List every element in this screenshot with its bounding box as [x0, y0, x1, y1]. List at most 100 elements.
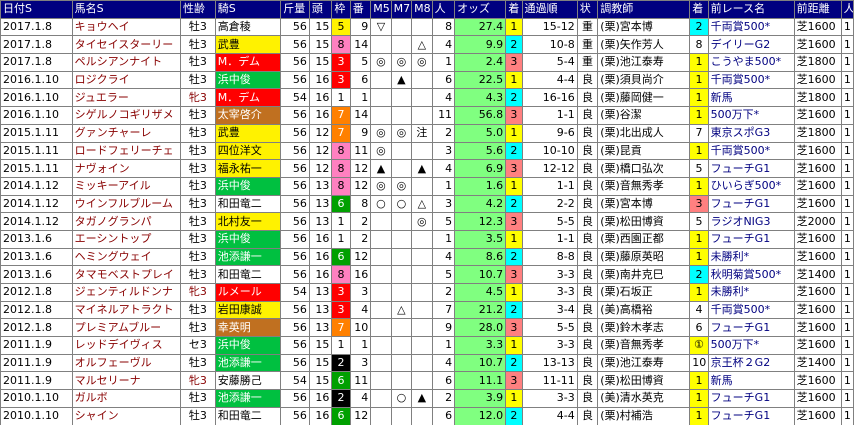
- number-cell: 9: [349, 17, 372, 37]
- jockey-cell: 太宰啓介: [214, 106, 282, 125]
- weight-cell: 56: [280, 53, 310, 72]
- mark-m8-cell: ◎: [411, 53, 433, 72]
- sex-age-cell: 牡3: [180, 159, 216, 178]
- horse-name-cell: ヘミングウェイ: [71, 247, 182, 267]
- sex-age-cell: 牝3: [180, 88, 216, 108]
- table-row[interactable]: 2012.1.8 プレミアムブルー 牡3 幸英明 56 13 7 10 9 28.0 3 5-5 良 (栗…: [0, 318, 854, 338]
- prev-popularity-cell: 1: [840, 194, 854, 214]
- table-row[interactable]: 2015.1.11 グァンチャーレ 牡3 武豊 56 12 7 9 ◎ ◎ 注 2 5.0 1 9-6 良 (栗…: [0, 123, 854, 143]
- column-header[interactable]: 斤量: [280, 0, 310, 19]
- mark-m8-cell: [411, 106, 433, 125]
- finish-cell: 2: [505, 35, 523, 55]
- column-header[interactable]: 枠: [331, 0, 351, 19]
- column-header[interactable]: 騎S: [214, 0, 282, 19]
- mark-m5-cell: [370, 212, 392, 231]
- passing-order-cell: 12-12: [521, 159, 578, 178]
- table-row[interactable]: 2016.1.10 シゲルノコギリザメ 牡3 太宰啓介 56 16 7 14 11 56.8 3 1-…: [0, 106, 854, 125]
- table-row[interactable]: 2011.1.9 オルフェーヴル 牡3 池添謙一 56 15 2 3 4 10.7 2 13-13 良(…: [0, 353, 854, 373]
- table-row[interactable]: 2014.1.12 ミッキーアイル 牡3 浜中俊 56 13 8 12 ◎ ◎ 1 1.6 1 1-1 良(…: [0, 176, 854, 196]
- sex-age-cell: 牡3: [180, 53, 216, 72]
- track-condition-cell: 良: [576, 247, 599, 267]
- horse-name-cell: ミッキーアイル: [71, 176, 182, 196]
- column-header[interactable]: 人: [431, 0, 456, 19]
- frame-cell: 1: [331, 229, 351, 249]
- mark-m5-cell: ○: [370, 194, 392, 214]
- column-header[interactable]: 馬名S: [71, 0, 182, 19]
- prev-popularity-cell: 1: [840, 265, 854, 284]
- frame-cell: 8: [331, 176, 351, 196]
- mark-m8-cell: [411, 70, 433, 90]
- track-condition-cell: 良: [576, 353, 599, 373]
- mark-m5-cell: [370, 389, 392, 408]
- jockey-cell: 和田竜二: [214, 265, 282, 284]
- prev-race-cell: 京王杯２G2: [707, 353, 795, 373]
- table-row[interactable]: 2013.1.6 ヘミングウェイ 牡3 池添謙一 56 16 6 12 4 8.6 2 8-8 良 (栗)…: [0, 247, 854, 267]
- table-row[interactable]: 2011.1.9 マルセリーナ 牝3 安藤勝己 54 15 6 11 6 11.1 3 11-11 良(…: [0, 371, 854, 391]
- date-cell: 2013.1.6: [0, 265, 73, 284]
- track-condition-cell: 良: [576, 300, 599, 320]
- horse-name-cell: レッドデイヴィス: [71, 336, 182, 355]
- weight-cell: 56: [280, 159, 310, 178]
- mark-m8-cell: [411, 406, 433, 425]
- passing-order-cell: 1-1: [521, 176, 578, 196]
- field-size-cell: 16: [308, 70, 333, 90]
- jockey-cell: 浜中俊: [214, 176, 282, 196]
- column-header[interactable]: 前レース名: [707, 0, 795, 19]
- field-size-cell: 16: [308, 88, 333, 108]
- table-row[interactable]: 2016.1.10 ロジクライ 牡3 浜中俊 56 16 3 6 ▲ 6 22.5 1 4-4 良 (栗)須…: [0, 70, 854, 90]
- table-row[interactable]: 2015.1.11 ナヴォイン 牡3 福永祐一 56 12 8 12 ▲ ▲ 4 6.9 3 12-12 良…: [0, 159, 854, 178]
- mark-m8-cell: [411, 265, 433, 284]
- popularity-cell: 6: [431, 371, 456, 391]
- table-row[interactable]: 2015.1.11 ロードフェリーチェ 牡3 四位洋文 56 12 8 11 ◎ 3 5.6 2 10-…: [0, 141, 854, 161]
- column-header[interactable]: M7: [390, 0, 413, 19]
- date-cell: 2011.1.9: [0, 353, 73, 373]
- table-row[interactable]: 2012.1.8 マイネルアトラクト 牡3 岩田康誠 56 13 3 4 △ 7 21.2 2 3-4 良…: [0, 300, 854, 320]
- column-header[interactable]: M8: [411, 0, 433, 19]
- table-row[interactable]: 2014.1.12 タガノグランパ 牡3 北村友一 56 13 1 2 ◎ 5 12.3 3 5-5 良(…: [0, 212, 854, 231]
- column-header[interactable]: 人: [840, 0, 854, 19]
- column-header[interactable]: 通過順: [521, 0, 578, 19]
- column-header[interactable]: 状: [576, 0, 599, 19]
- mark-m8-cell: ◎: [411, 212, 433, 231]
- prev-race-cell: フューチG1: [707, 159, 795, 178]
- prev-race-cell: 新馬: [707, 371, 795, 391]
- prev-finish-cell: 5: [689, 159, 709, 178]
- mark-m5-cell: [370, 88, 392, 108]
- mark-m5-cell: [370, 353, 392, 373]
- column-header[interactable]: 日付S: [0, 0, 73, 19]
- weight-cell: 56: [280, 141, 310, 161]
- table-row[interactable]: 2010.1.10 シャイン 牡3 和田竜二 56 16 6 12 6 12.0 2 4-4 良 (栗)村…: [0, 406, 854, 425]
- column-header[interactable]: オッズ: [454, 0, 507, 19]
- table-row[interactable]: 2014.1.12 ウインフルブルーム 牡3 和田竜二 56 13 6 8 ○ ○ △ 3 4.2 2 2-…: [0, 194, 854, 214]
- jockey-cell: 浜中俊: [214, 70, 282, 90]
- column-header[interactable]: M5: [370, 0, 392, 19]
- table-row[interactable]: 2012.1.8 ジェンティルドンナ 牝3 ルメール 54 13 3 3 2 4.5 1 3-3 良 (栗…: [0, 283, 854, 302]
- table-row[interactable]: 2017.1.8 ペルシアンナイト 牡3 M．デム 56 15 3 5 ◎ ◎ ◎ 1 2.4 3 5-4 重…: [0, 53, 854, 72]
- field-size-cell: 15: [308, 353, 333, 373]
- table-row[interactable]: 2016.1.10 ジュエラー 牝3 M．デム 54 16 1 1 4 4.3 2 16-16 良 (栗)…: [0, 88, 854, 108]
- weight-cell: 56: [280, 389, 310, 408]
- column-header[interactable]: 番: [349, 0, 372, 19]
- weight-cell: 56: [280, 123, 310, 143]
- column-header[interactable]: 着: [505, 0, 523, 19]
- table-row[interactable]: 2011.1.9 レッドデイヴィス セ3 浜中俊 56 15 1 1 1 3.3 1 3-3 良 (栗)音…: [0, 336, 854, 355]
- table-row[interactable]: 2017.1.8 キョウヘイ 牡3 高倉稜 56 15 5 9 ▽ 8 27.4 1 15-12 重 (栗)…: [0, 17, 854, 37]
- column-header[interactable]: 性齢: [180, 0, 216, 19]
- track-condition-cell: 重: [576, 17, 599, 37]
- finish-cell: 3: [505, 106, 523, 125]
- table-row[interactable]: 2013.1.6 エーシントップ 牡3 浜中俊 56 16 1 2 1 3.5 1 1-1 良 (栗)西園…: [0, 229, 854, 249]
- table-row[interactable]: 2010.1.10 ガルボ 牡3 池添謙一 56 16 2 4 ○ ▲ 2 3.9 1 3-3 良 (美)清水…: [0, 389, 854, 408]
- column-header[interactable]: 着: [689, 0, 709, 19]
- mark-m8-cell: [411, 318, 433, 338]
- mark-m8-cell: [411, 176, 433, 196]
- prev-race-cell: フューチG1: [707, 406, 795, 425]
- column-header[interactable]: 調教師: [597, 0, 691, 19]
- table-row[interactable]: 2013.1.6 タマモベストプレイ 牡3 和田竜二 56 16 8 16 5 10.7 3 3-3 良…: [0, 265, 854, 284]
- field-size-cell: 13: [308, 283, 333, 302]
- column-header[interactable]: 頭: [308, 0, 333, 19]
- column-header[interactable]: 前距離: [793, 0, 842, 19]
- passing-order-cell: 2-2: [521, 194, 578, 214]
- table-row[interactable]: 2017.1.8 タイセイスターリー 牡3 武豊 56 15 8 14 △ 4 9.9 2 10-8 重(…: [0, 35, 854, 55]
- field-size-cell: 13: [308, 194, 333, 214]
- mark-m5-cell: ◎: [370, 176, 392, 196]
